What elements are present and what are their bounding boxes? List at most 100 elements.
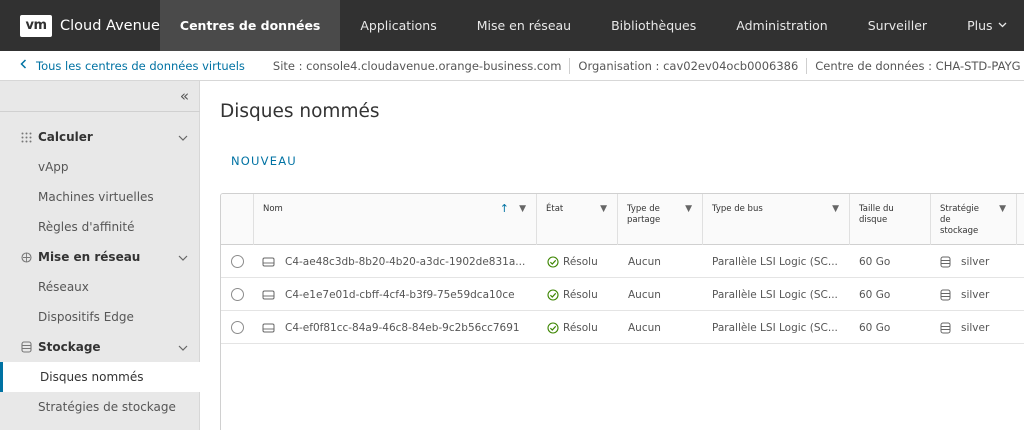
sidebar: « Calculer vApp Machines virtuelles Règl… bbox=[0, 81, 200, 430]
disk-name[interactable]: C4-ae48c3db-8b20-4b20-a3dc-1902de831a... bbox=[285, 256, 525, 268]
nav-tab-mise-en-reseau[interactable]: Mise en réseau bbox=[457, 0, 591, 51]
nav-tab-applications[interactable]: Applications bbox=[340, 0, 456, 51]
sidebar-item-dispositifs-edge[interactable]: Dispositifs Edge bbox=[0, 302, 200, 332]
sidebar-item-vapp[interactable]: vApp bbox=[0, 152, 200, 182]
new-button[interactable]: NOUVEAU bbox=[231, 154, 297, 168]
table-row[interactable]: C4-ef0f81cc-84a9-46c8-84eb-9c2b56cc7691 … bbox=[221, 311, 1024, 344]
check-circle-icon bbox=[547, 288, 559, 301]
vm-logo: vm bbox=[20, 14, 52, 37]
share-type: Aucun bbox=[628, 288, 661, 301]
disk-size: 60 Go bbox=[859, 255, 891, 268]
sidebar-section-calculer[interactable]: Calculer bbox=[0, 122, 200, 152]
share-type: Aucun bbox=[628, 321, 661, 334]
disk-icon bbox=[262, 257, 275, 267]
chevron-left-icon bbox=[20, 58, 27, 73]
disk-icon bbox=[262, 323, 275, 333]
column-header-etat[interactable]: État ▼ bbox=[537, 194, 618, 245]
chevron-down-icon bbox=[998, 20, 1007, 31]
check-circle-icon bbox=[547, 321, 559, 334]
column-label: Stratégie de stockage bbox=[940, 204, 979, 236]
column-label: Taille du disque bbox=[859, 204, 894, 225]
sidebar-item-disques-nommes[interactable]: Disques nommés bbox=[0, 362, 200, 392]
brand[interactable]: vm Cloud Avenue bbox=[0, 0, 160, 51]
filter-icon[interactable]: ▼ bbox=[519, 204, 526, 215]
nav-tab-surveiller[interactable]: Surveiller bbox=[848, 0, 947, 51]
organisation-info: Organisation : cav02ev04ocb0006386 bbox=[569, 57, 806, 74]
filter-icon[interactable]: ▼ bbox=[600, 204, 607, 215]
disk-name[interactable]: C4-e1e7e01d-cbff-4cf4-b3f9-75e59dca10ce bbox=[285, 289, 515, 301]
sidebar-divider bbox=[0, 111, 200, 112]
share-type: Aucun bbox=[628, 255, 661, 268]
disk-state: Résolu bbox=[563, 321, 598, 334]
chevron-down-icon bbox=[178, 251, 188, 264]
sidebar-item-reseaux[interactable]: Réseaux bbox=[0, 272, 200, 302]
sidebar-item-regles-affinite[interactable]: Règles d'affinité bbox=[0, 212, 200, 242]
sidebar-section-mise-en-reseau[interactable]: Mise en réseau bbox=[0, 242, 200, 272]
nav-tab-plus[interactable]: Plus bbox=[947, 0, 1024, 51]
storage-icon bbox=[20, 341, 33, 353]
table-row[interactable]: C4-e1e7e01d-cbff-4cf4-b3f9-75e59dca10ce … bbox=[221, 278, 1024, 311]
column-label: Nom bbox=[263, 204, 283, 214]
back-to-datacenters-link[interactable]: Tous les centres de données virtuels bbox=[0, 58, 245, 73]
filter-icon[interactable]: ▼ bbox=[685, 204, 692, 215]
nav-tabs: Centres de données Applications Mise en … bbox=[159, 0, 1024, 51]
column-header-nom[interactable]: Nom ↑ ▼ bbox=[254, 194, 537, 245]
table-row[interactable]: C4-ae48c3db-8b20-4b20-a3dc-1902de831a...… bbox=[221, 245, 1024, 278]
column-header-taille-du-disque[interactable]: Taille du disque bbox=[850, 194, 931, 245]
nav-tab-bibliotheques[interactable]: Bibliothèques bbox=[591, 0, 716, 51]
top-navigation: vm Cloud Avenue Centres de données Appli… bbox=[0, 0, 1024, 51]
storage-policy: silver bbox=[961, 321, 990, 334]
network-icon bbox=[20, 251, 33, 263]
bus-type: Parallèle LSI Logic (SC... bbox=[712, 288, 838, 301]
context-bar: Tous les centres de données virtuels Sit… bbox=[0, 51, 1024, 81]
sidebar-item-strategies-de-stockage[interactable]: Stratégies de stockage bbox=[0, 392, 200, 422]
row-select-radio[interactable] bbox=[231, 255, 244, 268]
column-header-strategie-de-stockage[interactable]: Stratégie de stockage ▼ bbox=[931, 194, 1017, 245]
main-content: Disques nommés NOUVEAU Nom ↑ ▼ État ▼ Ty… bbox=[201, 81, 1024, 430]
nav-tab-centres-de-donnees[interactable]: Centres de données bbox=[159, 0, 341, 51]
datacenter-info: Centre de données : CHA-STD-PAYG bbox=[806, 57, 1024, 74]
disk-icon bbox=[262, 290, 275, 300]
disk-size: 60 Go bbox=[859, 288, 891, 301]
storage-policy-icon bbox=[940, 256, 951, 268]
page-title: Disques nommés bbox=[220, 101, 380, 122]
sidebar-item-machines-virtuelles[interactable]: Machines virtuelles bbox=[0, 182, 200, 212]
site-info: Site : console4.cloudavenue.orange-busin… bbox=[272, 58, 562, 73]
nav-tab-administration[interactable]: Administration bbox=[716, 0, 847, 51]
row-select-radio[interactable] bbox=[231, 288, 244, 301]
grid-header: Nom ↑ ▼ État ▼ Type de partage ▼ Type de… bbox=[221, 194, 1024, 245]
disk-size: 60 Go bbox=[859, 321, 891, 334]
back-link-label: Tous les centres de données virtuels bbox=[36, 58, 245, 73]
storage-policy: silver bbox=[961, 288, 990, 301]
grid-icon bbox=[20, 132, 33, 143]
chevron-down-icon bbox=[178, 131, 188, 144]
row-select-radio[interactable] bbox=[231, 321, 244, 334]
bus-type: Parallèle LSI Logic (SC... bbox=[712, 321, 838, 334]
nav-tab-plus-label: Plus bbox=[967, 18, 993, 33]
sidebar-section-label: Calculer bbox=[38, 130, 93, 144]
column-label: Type de bus bbox=[712, 204, 763, 214]
chevron-down-icon bbox=[178, 341, 188, 354]
app-name: Cloud Avenue bbox=[60, 17, 160, 34]
column-label: État bbox=[546, 204, 564, 214]
collapse-sidebar-icon[interactable]: « bbox=[180, 87, 189, 105]
filter-icon[interactable]: ▼ bbox=[832, 204, 839, 215]
storage-policy-icon bbox=[940, 289, 951, 301]
sort-ascending-icon[interactable]: ↑ bbox=[500, 203, 509, 214]
storage-policy-icon bbox=[940, 322, 951, 334]
sidebar-section-label: Mise en réseau bbox=[38, 250, 141, 264]
sidebar-section-stockage[interactable]: Stockage bbox=[0, 332, 200, 362]
disk-state: Résolu bbox=[563, 255, 598, 268]
column-header-type-de-partage[interactable]: Type de partage ▼ bbox=[618, 194, 703, 245]
filter-icon[interactable]: ▼ bbox=[999, 204, 1006, 215]
select-column-header bbox=[221, 194, 254, 245]
column-label: Type de partage bbox=[627, 204, 661, 225]
sidebar-section-label: Stockage bbox=[38, 340, 101, 354]
named-disks-grid: Nom ↑ ▼ État ▼ Type de partage ▼ Type de… bbox=[220, 193, 1024, 430]
disk-state: Résolu bbox=[563, 288, 598, 301]
bus-type: Parallèle LSI Logic (SC... bbox=[712, 255, 838, 268]
column-header-type-de-bus[interactable]: Type de bus ▼ bbox=[703, 194, 850, 245]
storage-policy: silver bbox=[961, 255, 990, 268]
check-circle-icon bbox=[547, 255, 559, 268]
disk-name[interactable]: C4-ef0f81cc-84a9-46c8-84eb-9c2b56cc7691 bbox=[285, 322, 520, 334]
